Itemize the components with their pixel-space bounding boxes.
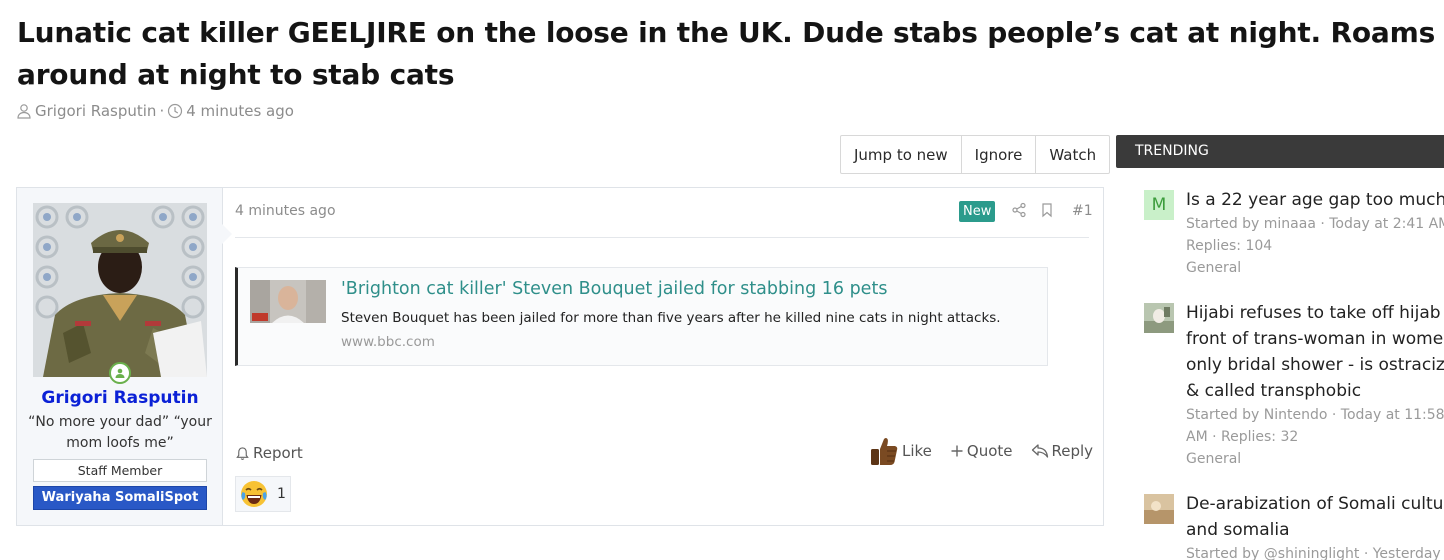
- link-unfurl[interactable]: 'Brighton cat killer' Steven Bouquet jai…: [235, 267, 1048, 366]
- quote-button[interactable]: Quote: [950, 442, 1013, 460]
- thread-author[interactable]: Grigori Rasputin: [35, 102, 156, 120]
- trending-text: De-arabization of Somali culture and som…: [1186, 491, 1444, 560]
- trending-avatar[interactable]: M: [1144, 190, 1174, 220]
- thumbs-up-icon: [871, 438, 898, 465]
- unfurl-domain: www.bbc.com: [341, 334, 435, 350]
- trending-title-line[interactable]: and somalia: [1186, 517, 1444, 543]
- trending-avatar[interactable]: [1144, 494, 1174, 524]
- like-button[interactable]: Like: [869, 435, 932, 467]
- trending-text: Hijabi refuses to take off hijab in fron…: [1186, 300, 1444, 470]
- reaction-count: 1: [277, 486, 286, 502]
- thread-action-buttons: Jump to new Ignore Watch: [840, 135, 1111, 174]
- post-time[interactable]: 4 minutes ago: [235, 203, 336, 219]
- unfurl-thumbnail[interactable]: [250, 280, 326, 323]
- trending-item[interactable]: M Is a 22 year age gap too much? Started…: [1144, 187, 1444, 287]
- thread-time[interactable]: 4 minutes ago: [186, 102, 294, 120]
- thread-title: Lunatic cat killer GEELJIRE on the loose…: [17, 16, 1436, 91]
- staff-banner: Staff Member: [33, 459, 207, 482]
- like-label: Like: [902, 442, 932, 460]
- trending-forum[interactable]: General: [1186, 448, 1444, 470]
- username[interactable]: Grigori Rasputin: [17, 388, 223, 408]
- avatar[interactable]: [33, 203, 207, 377]
- trending-title[interactable]: Is a 22 year age gap too much?: [1186, 187, 1444, 213]
- post-header-icons: [1011, 202, 1055, 218]
- new-badge: New: [959, 201, 996, 222]
- group-banner: Wariyaha SomaliSpot: [33, 486, 207, 510]
- watch-button[interactable]: Watch: [1035, 136, 1109, 173]
- user-cell-arrow: [222, 224, 232, 244]
- bookmark-icon[interactable]: [1039, 202, 1055, 218]
- bell-icon: [236, 446, 249, 460]
- trending-title-line[interactable]: only bridal shower - is ostracized: [1186, 352, 1444, 378]
- reply-label: Reply: [1051, 442, 1094, 460]
- unfurl-description: Steven Bouquet has been jailed for more …: [341, 310, 1001, 326]
- post-number[interactable]: #1: [1072, 203, 1093, 219]
- trending-title-line[interactable]: front of trans-woman in women: [1186, 326, 1444, 352]
- quote-label: Quote: [966, 442, 1013, 460]
- reaction-summary[interactable]: 1: [235, 476, 291, 512]
- trending-forum[interactable]: General: [1186, 257, 1444, 279]
- plus-icon: [951, 445, 963, 457]
- trending-title-line[interactable]: De-arabization of Somali culture: [1186, 491, 1444, 517]
- trending-item[interactable]: De-arabization of Somali culture and som…: [1144, 491, 1444, 560]
- share-icon[interactable]: [1011, 202, 1027, 218]
- thread-meta: Grigori Rasputin · 4 minutes ago: [16, 102, 294, 120]
- post-message: Grigori Rasputin “No more your dad” “you…: [16, 187, 1104, 526]
- clock-icon: [168, 103, 183, 119]
- reply-button[interactable]: Reply: [1031, 442, 1094, 460]
- trending-meta: Started by minaaa · Today at 2:41 AM: [1186, 216, 1444, 232]
- trending-text: Is a 22 year age gap too much? Started b…: [1186, 187, 1444, 279]
- ignore-button[interactable]: Ignore: [960, 136, 1036, 173]
- unfurl-title[interactable]: 'Brighton cat killer' Steven Bouquet jai…: [341, 279, 887, 299]
- trending-replies: Replies: 104: [1186, 238, 1273, 254]
- trending-avatar[interactable]: [1144, 303, 1174, 333]
- report-label: Report: [253, 444, 303, 462]
- meta-separator: ·: [159, 102, 165, 120]
- post-user-cell: Grigori Rasputin “No more your dad” “you…: [17, 188, 223, 525]
- trending-meta: Started by Nintendo · Today at 11:58: [1186, 407, 1444, 423]
- trending-meta: AM · Replies: 32: [1186, 429, 1299, 445]
- jump-to-new-button[interactable]: Jump to new: [841, 136, 961, 173]
- laughing-crying-emoji-icon: [241, 481, 267, 507]
- trending-avatar-letter: M: [1151, 195, 1167, 215]
- trending-item[interactable]: Hijabi refuses to take off hijab in fron…: [1144, 300, 1444, 480]
- user-title: “No more your dad” “your mom loofs me”: [28, 414, 212, 451]
- trending-header: TRENDING: [1116, 135, 1444, 168]
- reply-icon: [1031, 444, 1048, 458]
- report-button[interactable]: Report: [235, 444, 303, 462]
- trending-title-line[interactable]: Hijabi refuses to take off hijab in: [1186, 300, 1444, 326]
- avatar-image: [33, 203, 207, 377]
- user-icon: [17, 104, 31, 119]
- online-status-icon: [109, 362, 131, 384]
- trending-title-line[interactable]: & called transphobic: [1186, 378, 1444, 404]
- post-header-divider: [235, 237, 1089, 238]
- post-actions: Like Quote Reply: [869, 435, 1093, 467]
- trending-meta: Started by @shininglight · Yesterday: [1186, 546, 1441, 560]
